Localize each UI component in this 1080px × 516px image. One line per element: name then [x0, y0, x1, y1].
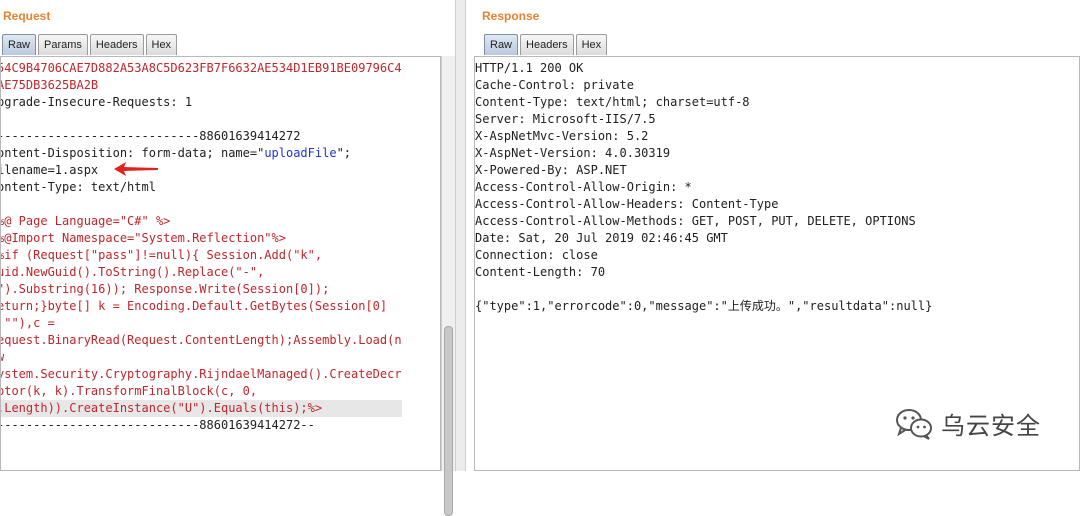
code-line: equest.BinaryRead(Request.ContentLength)… — [0, 333, 402, 347]
tab-raw[interactable]: Raw — [2, 34, 37, 55]
scrollbar-thumb[interactable] — [444, 326, 453, 516]
code-line: %@ Page Language="C#" %> — [0, 214, 171, 228]
code-line: ilename=1.aspx — [0, 163, 99, 177]
code-line: Access-Control-Allow-Headers: Content-Ty… — [475, 197, 779, 211]
code-text: ontent-Disposition: form-data; name=" — [0, 146, 265, 160]
response-tabs: Raw Headers Hex — [484, 34, 608, 56]
tab-hex[interactable]: Hex — [145, 34, 178, 55]
code-line-current: .Length)).CreateInstance("U").Equals(thi… — [1, 400, 402, 417]
code-line: w — [1, 349, 402, 366]
response-pane: Response Raw Headers Hex HTTP/1.1 200 OK… — [466, 0, 1080, 471]
code-line: Connection: close — [475, 248, 598, 262]
red-arrow-icon — [114, 162, 158, 176]
code-line: ""),c = — [0, 316, 55, 330]
code-line: ----------------------------886016394142… — [0, 129, 301, 143]
code-line: X-AspNetMvc-Version: 5.2 — [475, 129, 649, 143]
code-line: Date: Sat, 20 Jul 2019 02:46:45 GMT — [475, 231, 728, 245]
tab-params[interactable]: Params — [38, 34, 88, 55]
code-line: Access-Control-Allow-Origin: * — [475, 180, 692, 194]
code-line: %if (Request["pass"]!=null){ Session.Add… — [0, 248, 323, 262]
code-text-highlight: uploadFile — [264, 146, 337, 160]
code-line: %@Import Namespace="System.Reflection"%> — [0, 231, 286, 245]
request-pane: Request Raw Params Headers Hex 54C9B4706… — [0, 0, 455, 516]
watermark: 乌云安全 — [895, 406, 1041, 441]
code-line: ontent-Type: text/html — [0, 180, 156, 194]
request-tabs: Raw Params Headers Hex — [2, 34, 178, 56]
request-scrollbar[interactable] — [441, 56, 455, 516]
tab-headers[interactable]: Headers — [89, 34, 144, 55]
code-line: Access-Control-Allow-Methods: GET, POST,… — [475, 214, 916, 228]
code-line: Content-Type: text/html; charset=utf-8 — [475, 95, 750, 109]
code-line: ptor(k, k).TransformFinalBlock(c, 0, — [0, 384, 258, 398]
code-line: {"type":1,"errorcode":0,"message":"上传成功。… — [475, 299, 933, 313]
code-line: ").Substring(16)); Response.Write(Sessio… — [0, 282, 330, 296]
code-line: AE75DB3625BA2B — [0, 78, 99, 92]
tab-hex[interactable]: Hex — [575, 34, 608, 55]
code-text: "; — [336, 146, 352, 160]
code-line: Cache-Control: private — [475, 78, 634, 92]
tab-raw[interactable]: Raw — [484, 34, 519, 55]
code-line: ----------------------------886016394142… — [0, 418, 315, 432]
pane-splitter[interactable] — [455, 0, 466, 471]
code-line: ontent-Disposition: form-data; name="upl… — [0, 145, 402, 162]
wechat-icon — [896, 408, 932, 440]
code-line: ystem.Security.Cryptography.RijndaelMana… — [0, 367, 402, 381]
code-line: Content-Length: 70 — [475, 265, 606, 279]
code-line: eturn;}byte[] k = Encoding.Default.GetBy… — [0, 299, 388, 313]
request-editor[interactable]: 54C9B4706CAE7D882A53A8C5D623FB7F6632AE53… — [0, 56, 441, 471]
response-title: Response — [482, 9, 540, 23]
code-line: uid.NewGuid().ToString().Replace("-", — [0, 265, 265, 279]
code-line: 54C9B4706CAE7D882A53A8C5D623FB7F6632AE53… — [0, 61, 402, 75]
code-line: HTTP/1.1 200 OK — [475, 61, 584, 75]
code-line: pgrade-Insecure-Requests: 1 — [0, 95, 193, 109]
watermark-text: 乌云安全 — [941, 412, 1041, 440]
code-line: Server: Microsoft-IIS/7.5 — [475, 112, 656, 126]
request-title: Request — [3, 9, 51, 23]
tab-headers[interactable]: Headers — [520, 34, 574, 55]
code-line: X-AspNet-Version: 4.0.30319 — [475, 146, 671, 160]
code-line: X-Powered-By: ASP.NET — [475, 163, 627, 177]
